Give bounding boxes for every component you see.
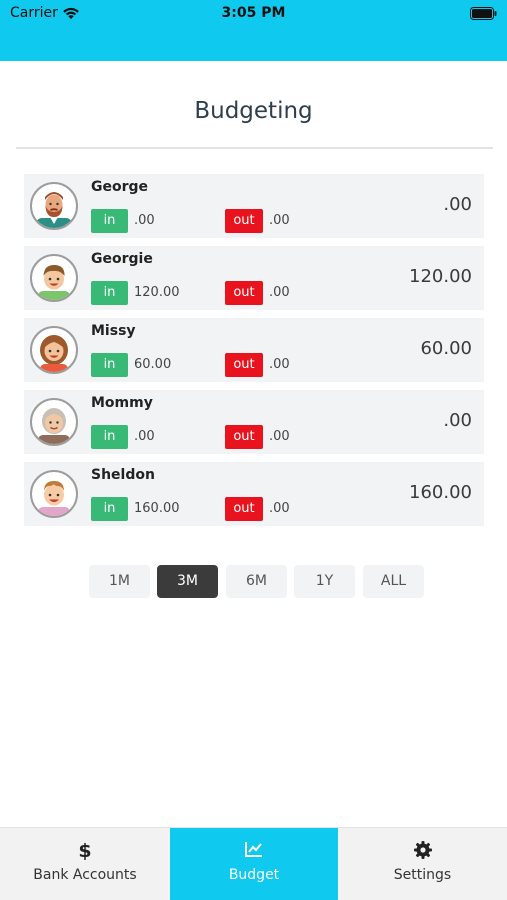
- out-amount: .00: [269, 429, 290, 444]
- avatar-icon: [30, 182, 78, 230]
- gear-icon: [413, 841, 432, 859]
- person-name: Mommy: [91, 395, 153, 411]
- dollar-icon: $: [78, 840, 91, 860]
- period-button-1m[interactable]: 1M: [89, 565, 150, 598]
- tab-label: Budget: [228, 867, 280, 883]
- person-total: .00: [443, 410, 472, 431]
- tab-bank-accounts[interactable]: $ Bank Accounts: [0, 828, 170, 900]
- in-amount: 60.00: [134, 357, 172, 372]
- status-time: 3:05 PM: [221, 5, 286, 21]
- period-button-6m[interactable]: 6M: [226, 565, 287, 598]
- out-badge: out: [225, 281, 263, 305]
- person-total: 60.00: [420, 338, 472, 359]
- person-name: Georgie: [91, 251, 153, 267]
- avatar-icon: [30, 254, 78, 302]
- period-button-3m[interactable]: 3M: [157, 565, 218, 598]
- out-badge: out: [225, 497, 263, 521]
- title-divider: [16, 147, 493, 149]
- svg-text:$: $: [78, 840, 91, 860]
- tab-budget[interactable]: Budget: [170, 828, 338, 900]
- person-total: 120.00: [409, 266, 472, 287]
- tab-settings[interactable]: Settings: [338, 828, 507, 900]
- chart-icon: [245, 842, 262, 857]
- in-badge: in: [91, 425, 128, 449]
- in-amount: .00: [134, 429, 155, 444]
- out-amount: .00: [269, 501, 290, 516]
- tab-label: Bank Accounts: [33, 867, 137, 883]
- person-row-mommy[interactable]: Mommy in .00 out .00 .00: [24, 390, 484, 454]
- person-row-george[interactable]: George in .00 out .00 .00: [24, 174, 484, 238]
- in-badge: in: [91, 209, 128, 233]
- person-name: Sheldon: [91, 467, 155, 483]
- people-list: George in .00 out .00 .00 Georgie in 120…: [24, 174, 484, 534]
- battery-icon: [470, 7, 497, 20]
- page-title: Budgeting: [194, 98, 313, 124]
- in-amount: .00: [134, 213, 155, 228]
- in-badge: in: [91, 353, 128, 377]
- person-name: George: [91, 179, 149, 195]
- avatar-icon: [30, 398, 78, 446]
- out-amount: .00: [269, 213, 290, 228]
- out-badge: out: [225, 425, 263, 449]
- person-row-georgie[interactable]: Georgie in 120.00 out .00 120.00: [24, 246, 484, 310]
- person-total: 160.00: [409, 482, 472, 503]
- in-badge: in: [91, 497, 128, 521]
- avatar-icon: [30, 326, 78, 374]
- out-amount: .00: [269, 357, 290, 372]
- person-row-sheldon[interactable]: Sheldon in 160.00 out .00 160.00: [24, 462, 484, 526]
- in-badge: in: [91, 281, 128, 305]
- tab-bar: $ Bank Accounts Budget Settings: [0, 827, 507, 900]
- period-button-1y[interactable]: 1Y: [294, 565, 355, 598]
- out-amount: .00: [269, 285, 290, 300]
- person-total: .00: [443, 194, 472, 215]
- in-amount: 120.00: [134, 285, 180, 300]
- out-badge: out: [225, 209, 263, 233]
- avatar-icon: [30, 470, 78, 518]
- status-bar: Carrier 3:05 PM: [0, 0, 507, 61]
- tab-label: Settings: [393, 867, 452, 883]
- out-badge: out: [225, 353, 263, 377]
- person-name: Missy: [91, 323, 136, 339]
- in-amount: 160.00: [134, 501, 180, 516]
- person-row-missy[interactable]: Missy in 60.00 out .00 60.00: [24, 318, 484, 382]
- period-button-all[interactable]: ALL: [363, 565, 424, 598]
